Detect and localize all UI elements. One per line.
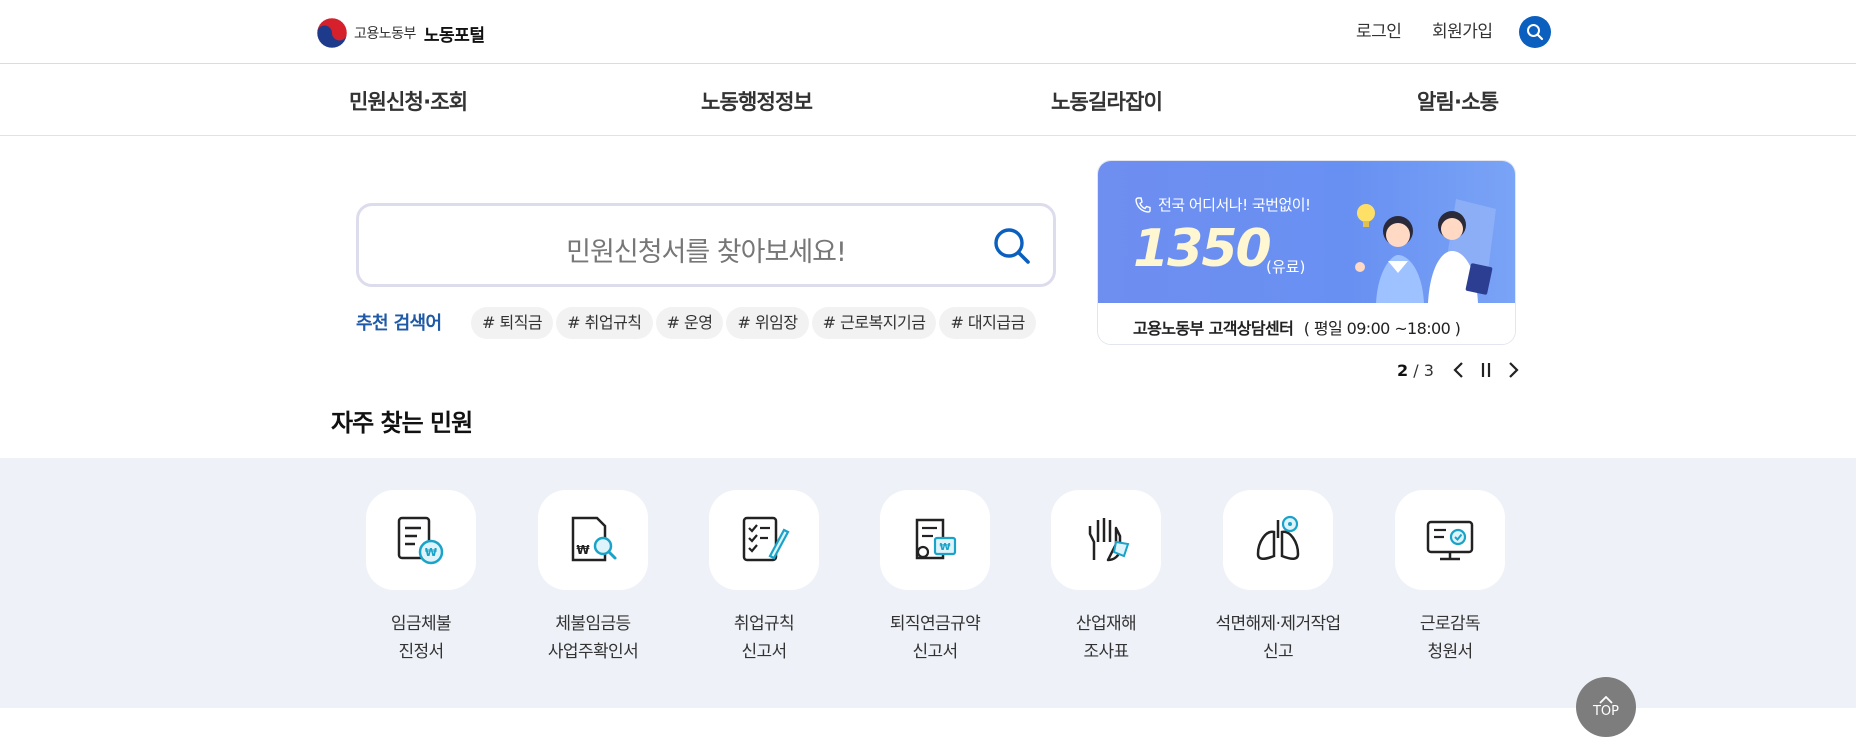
banner-page-count: 2 / 3 (1397, 360, 1434, 380)
tag-keyword[interactable]: # 취업규칙 (556, 307, 653, 339)
banner-pager: 2 / 3 (1397, 358, 1528, 382)
service-item-wage-complaint[interactable]: ₩ 임금체불 진정서 (341, 490, 501, 666)
scroll-top-label: TOP (1592, 703, 1619, 719)
counselor-illustration-icon (1355, 199, 1496, 303)
monitor-check-icon (1426, 520, 1474, 561)
service-item-asbestos[interactable]: 석면해제·제거작업 신고 (1198, 490, 1358, 666)
join-link[interactable]: 회원가입 (1432, 17, 1493, 42)
taegeuk-logo-icon (316, 17, 348, 49)
service-item-labor-inspection[interactable]: 근로감독 청원서 (1370, 490, 1530, 666)
tag-keyword[interactable]: # 퇴직금 (471, 307, 554, 339)
banner-caption-hours: ( 평일 09:00 ~18:00 ) (1303, 319, 1461, 338)
search-input[interactable]: 민원신청서를 찾아보세요! (356, 203, 1056, 287)
nav-labor-guide[interactable]: 노동길라잡이 (1051, 86, 1163, 116)
recommend-tag-list: # 퇴직금 # 취업규칙 # 운영 # 위임장 # 근로복지기금 # 대지급금 (471, 307, 1056, 339)
pension-document-icon: ₩ (915, 518, 957, 560)
logo-ministry-text: 고용노동부 (354, 26, 416, 42)
pause-icon (1481, 363, 1490, 377)
chevron-up-icon (1599, 695, 1613, 704)
search-submit-icon[interactable] (991, 225, 1033, 267)
banner-pause-button[interactable] (1472, 358, 1500, 382)
banner-visual: 전국 어디서나! 국번없이! 1350 (유료) (1098, 161, 1515, 303)
svg-text:₩: ₩ (939, 542, 950, 553)
search-icon (1527, 24, 1544, 41)
service-icon-box (1395, 490, 1505, 590)
banner-line: 전국 어디서나! 국번없이! (1134, 194, 1311, 215)
service-label: 근로감독 청원서 (1419, 614, 1481, 662)
service-label: 임금체불 진정서 (390, 614, 452, 662)
service-item-industrial-accident[interactable]: 산업재해 조사표 (1026, 490, 1186, 666)
site-logo[interactable]: 고용노동부 노동포털 (316, 16, 485, 50)
service-label: 산업재해 조사표 (1075, 614, 1137, 662)
checklist-pen-icon (742, 516, 790, 562)
banner-prev-button[interactable] (1444, 358, 1472, 382)
tag-keyword[interactable]: # 위임장 (726, 307, 809, 339)
main-navigation: 민원신청·조회 노동행정정보 노동길라잡이 알림·소통 (0, 65, 1856, 136)
nav-admin-info[interactable]: 노동행정정보 (701, 86, 813, 116)
banner-page-current: 2 (1397, 360, 1409, 380)
service-item-employment-rules[interactable]: 취업규칙 신고서 (684, 490, 844, 666)
header-search-button[interactable] (1519, 16, 1551, 48)
banner-page-total: 3 (1423, 360, 1434, 380)
service-label: 체불임금등 사업주확인서 (547, 614, 639, 662)
service-label: 석면해제·제거작업 신고 (1215, 614, 1341, 662)
service-icon-box (1223, 490, 1333, 590)
frequent-section-title: 자주 찾는 민원 (331, 409, 473, 437)
chevron-left-icon (1453, 362, 1463, 378)
chevron-right-icon (1509, 362, 1519, 378)
frequent-services: ₩ 임금체불 진정서 ₩ 체불임금등 사업주확인서 취업규칙 신고서 ₩ 퇴직연… (0, 458, 1856, 708)
service-icon-box: ₩ (880, 490, 990, 590)
nav-notice-communication[interactable]: 알림·소통 (1417, 86, 1499, 116)
tag-keyword[interactable]: # 대지급금 (939, 307, 1036, 339)
service-icon-box: ₩ (538, 490, 648, 590)
tag-keyword[interactable]: # 운영 (655, 307, 724, 339)
svg-text:₩: ₩ (425, 546, 437, 559)
service-label: 취업규칙 신고서 (733, 614, 795, 662)
service-item-pension-rules[interactable]: ₩ 퇴직연금규약 신고서 (855, 490, 1015, 666)
service-item-unpaid-confirmation[interactable]: ₩ 체불임금등 사업주확인서 (513, 490, 673, 666)
banner-caption-title: 고용노동부 고객상담센터 (1133, 319, 1294, 338)
banner-line-text: 전국 어디서나! 국번없이! (1158, 196, 1311, 214)
recommend-keywords: 추천 검색어 (356, 306, 461, 338)
nav-civil-application[interactable]: 민원신청·조회 (349, 86, 468, 116)
banner-caption-area: 고용노동부 고객상담센터 ( 평일 09:00 ~18:00 ) (1098, 303, 1515, 344)
scroll-top-button[interactable]: TOP (1576, 677, 1636, 737)
service-icon-box (709, 490, 819, 590)
phone-icon (1135, 196, 1151, 213)
logo-portal-text: 노동포털 (423, 25, 485, 46)
banner-paid-label: (유료) (1266, 258, 1306, 276)
service-label: 퇴직연금규약 신고서 (889, 614, 981, 662)
service-icon-box: ₩ (366, 490, 476, 590)
wage-document-icon: ₩ (397, 516, 444, 565)
lungs-icon (1256, 515, 1300, 560)
login-link[interactable]: 로그인 (1356, 17, 1402, 42)
recommend-label: 추천 검색어 (356, 313, 442, 334)
banner-phone-number: 1350 (1133, 219, 1272, 279)
tag-keyword[interactable]: # 근로복지기금 (811, 307, 937, 339)
injured-hand-icon (1088, 518, 1130, 562)
call-center-banner[interactable]: 전국 어디서나! 국번없이! 1350 (유료) 고용노동부 고객상담센터 ( … (1097, 160, 1516, 345)
banner-caption: 고용노동부 고객상담센터 ( 평일 09:00 ~18:00 ) (1133, 315, 1461, 339)
service-icon-box (1051, 490, 1161, 590)
document-search-icon: ₩ (571, 516, 617, 562)
svg-text:₩: ₩ (576, 543, 590, 557)
top-header: 고용노동부 노동포털 로그인 회원가입 (0, 0, 1856, 64)
banner-next-button[interactable] (1500, 358, 1528, 382)
search-placeholder: 민원신청서를 찾아보세요! (566, 237, 847, 268)
